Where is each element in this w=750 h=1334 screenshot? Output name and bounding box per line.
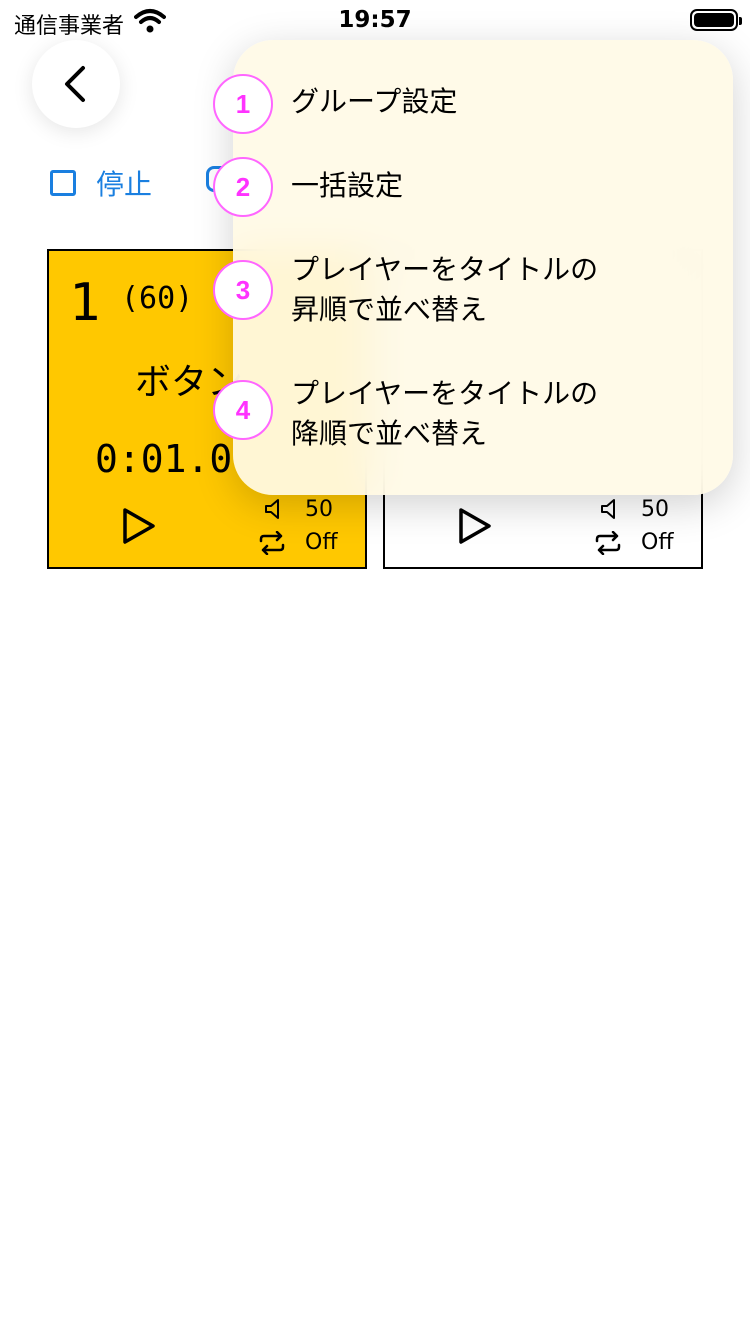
menu-item-label: グループ設定	[291, 85, 458, 118]
menu-item-sort-ascending[interactable]: プレイヤーをタイトルの 昇順で並べ替え	[291, 250, 598, 330]
repeat-icon	[259, 531, 285, 555]
menu-item-sort-descending[interactable]: プレイヤーをタイトルの 降順で並べ替え	[291, 374, 598, 454]
callout-badge: 1	[213, 74, 273, 134]
battery-icon	[690, 9, 742, 31]
menu-item-bulk-settings[interactable]: 一括設定	[291, 166, 403, 206]
menu-item-label: プレイヤーをタイトルの	[291, 253, 599, 286]
menu-item-label: プレイヤーをタイトルの	[291, 377, 599, 410]
repeat-value: Off	[305, 530, 338, 555]
status-bar: 通信事業者 19:57	[0, 0, 750, 40]
speaker-icon	[601, 499, 615, 519]
menu-item-group-settings[interactable]: グループ設定	[291, 82, 457, 122]
card-count: (60)	[121, 281, 194, 316]
menu-item-label: 降順で並べ替え	[291, 417, 488, 450]
stop-toggle[interactable]: 停止	[50, 163, 152, 203]
card-number: 1	[69, 273, 101, 333]
checkbox-icon	[50, 170, 76, 196]
chevron-left-icon	[65, 66, 85, 102]
play-icon[interactable]	[457, 507, 493, 545]
speaker-icon	[265, 499, 279, 519]
context-menu: グループ設定 一括設定 プレイヤーをタイトルの 昇順で並べ替え プレイヤーをタイ…	[233, 40, 733, 495]
volume-value: 50	[305, 497, 333, 522]
menu-item-label: 一括設定	[291, 169, 404, 202]
menu-item-label: 昇順で並べ替え	[291, 293, 488, 326]
card-time: 0:01.0	[95, 437, 233, 481]
status-time: 19:57	[338, 7, 412, 33]
repeat-icon	[595, 531, 621, 555]
callout-badge: 3	[213, 260, 273, 320]
volume-value: 50	[641, 497, 669, 522]
callout-badge: 2	[213, 157, 273, 217]
callout-badge: 4	[213, 380, 273, 440]
stop-label: 停止	[96, 168, 153, 201]
back-button[interactable]	[32, 40, 120, 128]
repeat-value: Off	[641, 530, 674, 555]
play-icon[interactable]	[121, 507, 157, 545]
